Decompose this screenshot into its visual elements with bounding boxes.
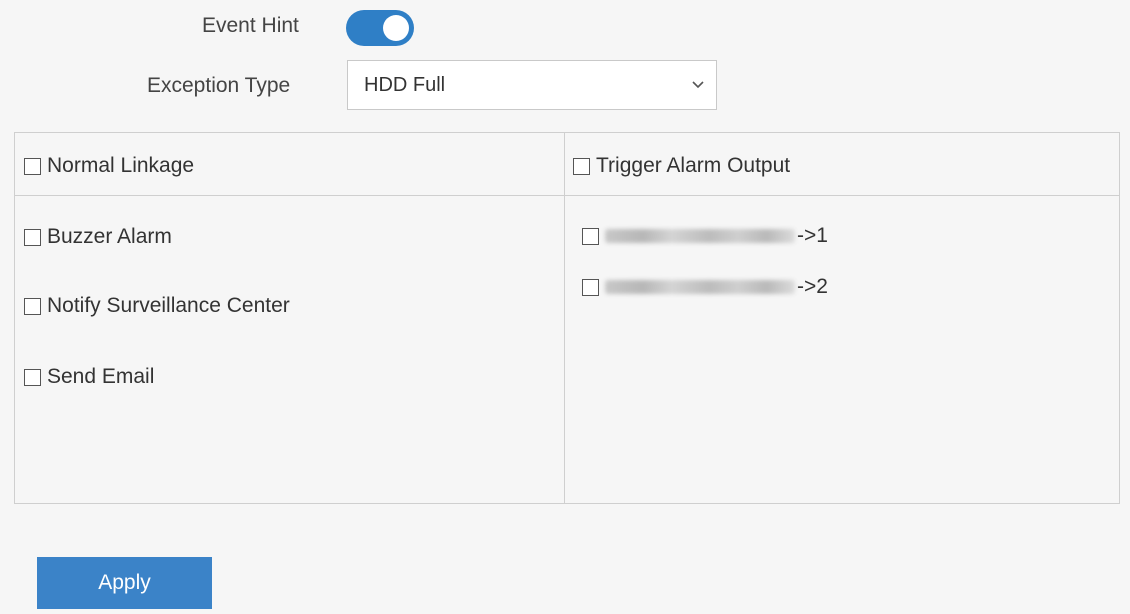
checkbox-icon <box>573 157 590 175</box>
exception-type-label: Exception Type <box>147 74 291 97</box>
checkbox-icon <box>24 297 41 315</box>
alarm-output-2-checkbox[interactable]: ->2 <box>582 275 828 299</box>
normal-linkage-label: Normal Linkage <box>47 154 195 177</box>
event-hint-toggle[interactable] <box>346 10 414 46</box>
send-email-checkbox[interactable]: Send Email <box>24 365 154 389</box>
checkbox-icon <box>582 227 599 245</box>
alarm-output-1-label: ->1 <box>797 224 828 247</box>
checkbox-icon <box>24 157 41 175</box>
exception-type-select[interactable]: HDD Full <box>347 60 717 110</box>
exception-type-value: HDD Full <box>364 74 446 96</box>
blurred-device-name <box>605 229 795 243</box>
trigger-alarm-output-checkbox[interactable]: Trigger Alarm Output <box>573 154 790 178</box>
normal-linkage-checkbox[interactable]: Normal Linkage <box>24 154 194 178</box>
notify-surveillance-center-checkbox[interactable]: Notify Surveillance Center <box>24 294 290 318</box>
header-divider <box>15 195 1119 196</box>
checkbox-icon <box>24 368 41 386</box>
checkbox-icon <box>24 228 41 246</box>
buzzer-alarm-label: Buzzer Alarm <box>47 225 172 248</box>
buzzer-alarm-checkbox[interactable]: Buzzer Alarm <box>24 225 172 249</box>
apply-button[interactable]: Apply <box>37 557 212 609</box>
trigger-alarm-output-label: Trigger Alarm Output <box>596 154 791 177</box>
alarm-output-1-checkbox[interactable]: ->1 <box>582 224 828 248</box>
notify-surveillance-center-label: Notify Surveillance Center <box>47 294 290 317</box>
linkage-panel: Normal Linkage Trigger Alarm Output Buzz… <box>14 132 1120 504</box>
chevron-down-icon <box>692 81 704 89</box>
toggle-knob <box>383 15 409 41</box>
blurred-device-name <box>605 280 795 294</box>
column-divider <box>564 133 565 503</box>
alarm-output-2-label: ->2 <box>797 275 828 298</box>
checkbox-icon <box>582 278 599 296</box>
send-email-label: Send Email <box>47 365 155 388</box>
event-hint-label: Event Hint <box>202 14 299 37</box>
